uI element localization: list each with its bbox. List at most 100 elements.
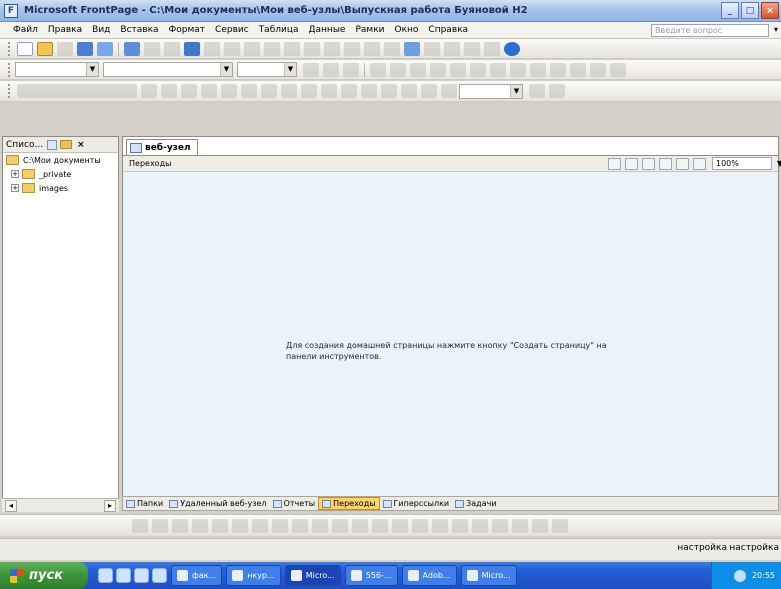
send-backward-icon[interactable] — [552, 518, 568, 533]
folder-list-icon[interactable] — [124, 41, 140, 56]
tab-web-site[interactable]: веб-узел — [126, 139, 198, 155]
folder-icon[interactable] — [60, 140, 73, 149]
minimize-button[interactable]: _ — [721, 2, 739, 19]
align-top-icon[interactable] — [281, 84, 297, 98]
view-reports[interactable]: Отчеты — [270, 497, 319, 510]
font-size-select[interactable]: ▼ — [237, 62, 297, 77]
folder-icon[interactable] — [152, 568, 167, 583]
eraser-icon[interactable] — [161, 84, 177, 98]
toolbar-grip[interactable] — [8, 62, 11, 77]
align-right-icon[interactable] — [410, 62, 426, 77]
word-icon[interactable] — [116, 568, 131, 583]
new-folder-icon[interactable] — [47, 139, 58, 150]
clipart-icon[interactable] — [332, 518, 348, 533]
menu-format[interactable]: Формат — [164, 25, 211, 35]
tree-item-images[interactable]: + images — [3, 181, 118, 195]
chevron-down-icon[interactable]: ▼ — [777, 158, 781, 169]
start-button[interactable]: пуск — [0, 562, 88, 589]
add-existing-page-icon[interactable] — [642, 157, 655, 170]
increase-indent-icon[interactable] — [550, 62, 566, 77]
chevron-down-icon[interactable]: ▼ — [220, 63, 232, 76]
draw-table-icon[interactable] — [141, 84, 157, 98]
taskbar-button[interactable]: нкур... — [226, 565, 281, 586]
new-page-icon[interactable] — [17, 41, 33, 56]
insert-columns-icon[interactable] — [201, 84, 217, 98]
menu-help[interactable]: Справка — [423, 25, 473, 35]
open-folder-icon[interactable] — [37, 41, 53, 56]
menu-insert[interactable]: Вставка — [115, 25, 163, 35]
chevron-down-icon[interactable]: ▼ — [510, 84, 522, 98]
autoshapes-icon[interactable] — [172, 518, 188, 533]
delete-cells-icon[interactable] — [221, 84, 237, 98]
navigation-canvas[interactable]: Для создания домашней страницы нажмите к… — [123, 172, 778, 497]
align-center-icon[interactable] — [390, 62, 406, 77]
scroll-left-icon[interactable]: ◂ — [5, 499, 17, 512]
menu-data[interactable]: Данные — [304, 25, 351, 35]
taskbar-button[interactable]: Adob... — [401, 565, 457, 586]
dash-style-icon[interactable] — [452, 518, 468, 533]
view-folders[interactable]: Папки — [123, 497, 166, 510]
new-top-page-icon[interactable] — [608, 157, 621, 170]
taskbar-button[interactable]: Micro... — [284, 565, 341, 586]
maximize-button[interactable]: □ — [741, 2, 759, 19]
select-objects-icon[interactable] — [152, 518, 168, 533]
diagram-icon[interactable] — [312, 518, 328, 533]
menu-view[interactable]: Вид — [87, 25, 115, 35]
stop-icon[interactable] — [464, 41, 480, 56]
menu-tools[interactable]: Сервис — [210, 25, 254, 35]
browser-icon[interactable] — [98, 568, 113, 583]
help-icon[interactable] — [504, 41, 520, 56]
line-style-icon[interactable] — [432, 518, 448, 533]
toolbar-grip[interactable] — [8, 84, 11, 98]
hyperlink-icon[interactable] — [424, 41, 440, 56]
scroll-right-icon[interactable]: ▸ — [104, 499, 116, 512]
taskbar-button[interactable]: Micro... — [460, 565, 517, 586]
search-icon[interactable] — [77, 41, 93, 56]
rectangle-icon[interactable] — [232, 518, 248, 533]
tree-root[interactable]: C:\Мои документы — [3, 153, 118, 167]
picture-icon[interactable] — [352, 518, 368, 533]
justify-icon[interactable] — [430, 62, 446, 77]
frontpage-icon[interactable]: F — [4, 3, 18, 18]
zoom-select[interactable]: 100% ▼ — [712, 157, 781, 170]
decrease-indent-icon[interactable] — [530, 62, 546, 77]
folder-pane-scrollbar[interactable]: ◂ ▸ — [2, 498, 119, 512]
format-painter-icon[interactable] — [264, 41, 280, 56]
copy-icon[interactable] — [224, 41, 240, 56]
distribute-rows-icon[interactable] — [341, 84, 357, 98]
line-color-icon[interactable] — [392, 518, 408, 533]
merge-cells-icon[interactable] — [241, 84, 257, 98]
arrow-icon[interactable] — [212, 518, 228, 533]
insert-rows-icon[interactable] — [181, 84, 197, 98]
save-icon[interactable] — [57, 41, 73, 56]
font-grow-icon[interactable] — [450, 62, 466, 77]
publish-icon[interactable] — [97, 41, 113, 56]
italic-icon[interactable] — [323, 62, 339, 77]
spelling-icon[interactable] — [184, 41, 200, 56]
drawing-icon[interactable] — [404, 41, 420, 56]
view-hyperlinks[interactable]: Гиперссылки — [380, 497, 453, 510]
highlight-icon[interactable] — [590, 62, 606, 77]
close-pane-icon[interactable]: × — [77, 140, 85, 150]
tree-item-private[interactable]: + _private — [3, 167, 118, 181]
split-cells-icon[interactable] — [261, 84, 277, 98]
bring-forward-icon[interactable] — [532, 518, 548, 533]
view-tasks[interactable]: Задачи — [452, 497, 499, 510]
menu-edit[interactable]: Правка — [43, 25, 87, 35]
draw-icon[interactable] — [132, 518, 148, 533]
view-remote-site[interactable]: Удаленный веб-узел — [166, 497, 269, 510]
menu-frames[interactable]: Рамки — [350, 25, 389, 35]
undo-icon[interactable] — [284, 41, 300, 56]
textbox-icon[interactable] — [272, 518, 288, 533]
border-icon[interactable] — [570, 62, 586, 77]
numbering-icon[interactable] — [490, 62, 506, 77]
font-select[interactable]: ▼ — [103, 62, 233, 77]
include-in-nav-bars-icon[interactable] — [693, 157, 706, 170]
style-select[interactable]: ▼ — [15, 62, 99, 77]
paste-icon[interactable] — [244, 41, 260, 56]
chevron-down-icon[interactable]: ▼ — [284, 63, 296, 76]
help-search-input[interactable]: Введите вопрос — [651, 24, 769, 37]
center-vertically-icon[interactable] — [301, 84, 317, 98]
underline-icon[interactable] — [343, 62, 359, 77]
view-navigation[interactable]: Переходы — [318, 497, 380, 510]
